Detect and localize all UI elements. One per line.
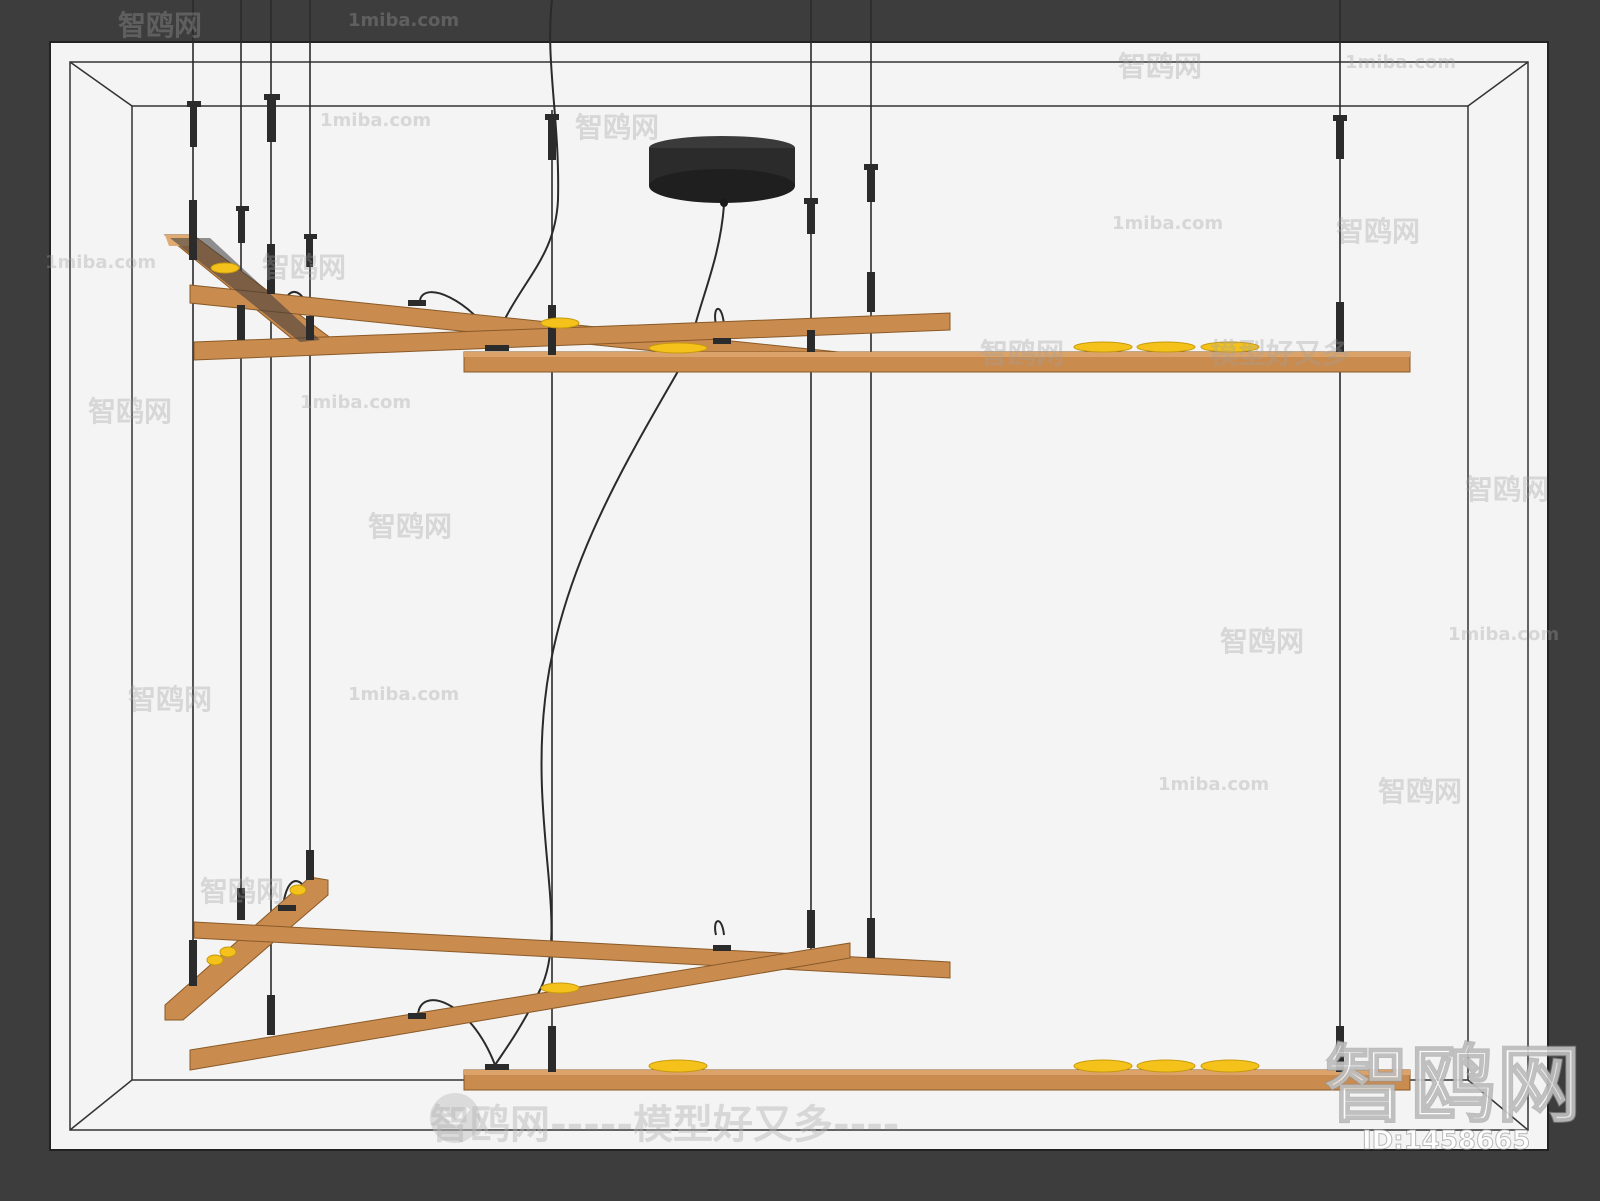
watermark-slogan: 智鸥网-----模型好又多---- <box>430 1102 900 1148</box>
canopy-icon <box>649 136 795 207</box>
render-viewport: 智鸥网 1miba.com 智鸥网 1miba.com 1miba.com 智鸥… <box>0 0 1600 1196</box>
image-id-label: ID:1458665 <box>1361 1126 1531 1157</box>
pendant-light-render <box>0 0 1600 1196</box>
watermark-brand-large: 智鸥网 <box>1324 1035 1584 1135</box>
